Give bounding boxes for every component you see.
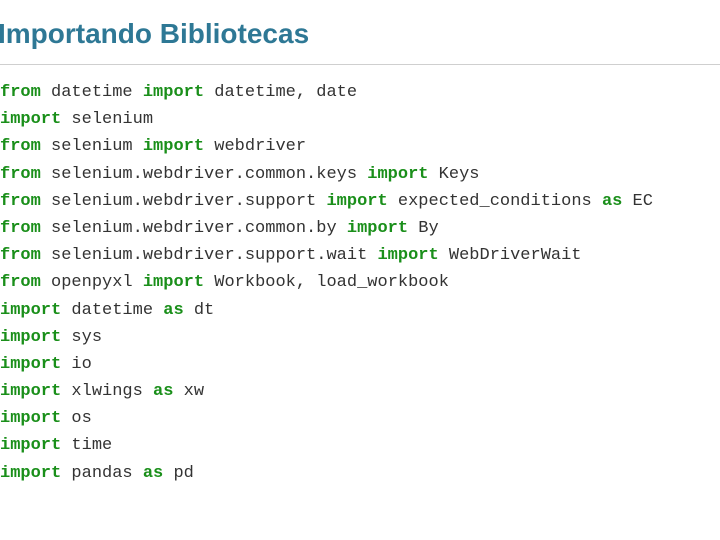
code-block: from datetime import datetime, dateimpor… <box>0 64 720 487</box>
text-token: selenium.webdriver.common.by <box>41 219 347 238</box>
keyword-token: import <box>143 83 204 102</box>
keyword-token: from <box>0 83 41 102</box>
keyword-token: import <box>0 464 61 483</box>
keyword-token: as <box>143 464 163 483</box>
text-token: expected_conditions <box>388 192 602 211</box>
text-token: xlwings <box>61 382 153 401</box>
code-line: import os <box>0 405 720 432</box>
text-token: dt <box>184 301 215 320</box>
keyword-token: as <box>163 301 183 320</box>
keyword-token: import <box>0 110 61 129</box>
text-token: WebDriverWait <box>439 246 582 265</box>
text-token: openpyxl <box>41 273 143 292</box>
keyword-token: import <box>0 436 61 455</box>
text-token: sys <box>61 328 102 347</box>
text-token: Workbook, load_workbook <box>204 273 449 292</box>
text-token: os <box>61 409 92 428</box>
keyword-token: import <box>143 273 204 292</box>
keyword-token: import <box>0 382 61 401</box>
code-line: from openpyxl import Workbook, load_work… <box>0 269 720 296</box>
code-line: import sys <box>0 324 720 351</box>
code-line: import pandas as pd <box>0 460 720 487</box>
keyword-token: from <box>0 246 41 265</box>
text-token: By <box>408 219 439 238</box>
keyword-token: import <box>0 301 61 320</box>
text-token: xw <box>173 382 204 401</box>
keyword-token: import <box>0 328 61 347</box>
text-token: pandas <box>61 464 143 483</box>
keyword-token: import <box>143 137 204 156</box>
section-heading: Importando Bibliotecas <box>0 0 720 64</box>
code-line: from datetime import datetime, date <box>0 79 720 106</box>
keyword-token: from <box>0 165 41 184</box>
text-token: datetime <box>61 301 163 320</box>
code-line: import datetime as dt <box>0 297 720 324</box>
code-line: from selenium import webdriver <box>0 133 720 160</box>
code-line: import xlwings as xw <box>0 378 720 405</box>
keyword-token: as <box>153 382 173 401</box>
text-token: selenium.webdriver.support <box>41 192 327 211</box>
code-line: import selenium <box>0 106 720 133</box>
text-token: time <box>61 436 112 455</box>
keyword-token: from <box>0 192 41 211</box>
text-token: selenium.webdriver.support.wait <box>41 246 378 265</box>
text-token: EC <box>622 192 653 211</box>
code-line: from selenium.webdriver.common.keys impo… <box>0 161 720 188</box>
text-token: pd <box>163 464 194 483</box>
keyword-token: import <box>326 192 387 211</box>
text-token: datetime, date <box>204 83 357 102</box>
code-line: from selenium.webdriver.common.by import… <box>0 215 720 242</box>
keyword-token: import <box>367 165 428 184</box>
code-line: import io <box>0 351 720 378</box>
text-token: datetime <box>41 83 143 102</box>
keyword-token: import <box>0 355 61 374</box>
text-token: selenium.webdriver.common.keys <box>41 165 367 184</box>
code-line: from selenium.webdriver.support.wait imp… <box>0 242 720 269</box>
text-token: selenium <box>41 137 143 156</box>
code-line: from selenium.webdriver.support import e… <box>0 188 720 215</box>
text-token: io <box>61 355 92 374</box>
code-line: import time <box>0 432 720 459</box>
text-token: Keys <box>428 165 479 184</box>
text-token: selenium <box>61 110 153 129</box>
keyword-token: as <box>602 192 622 211</box>
keyword-token: import <box>0 409 61 428</box>
keyword-token: from <box>0 273 41 292</box>
keyword-token: from <box>0 219 41 238</box>
keyword-token: from <box>0 137 41 156</box>
text-token: webdriver <box>204 137 306 156</box>
keyword-token: import <box>347 219 408 238</box>
keyword-token: import <box>377 246 438 265</box>
